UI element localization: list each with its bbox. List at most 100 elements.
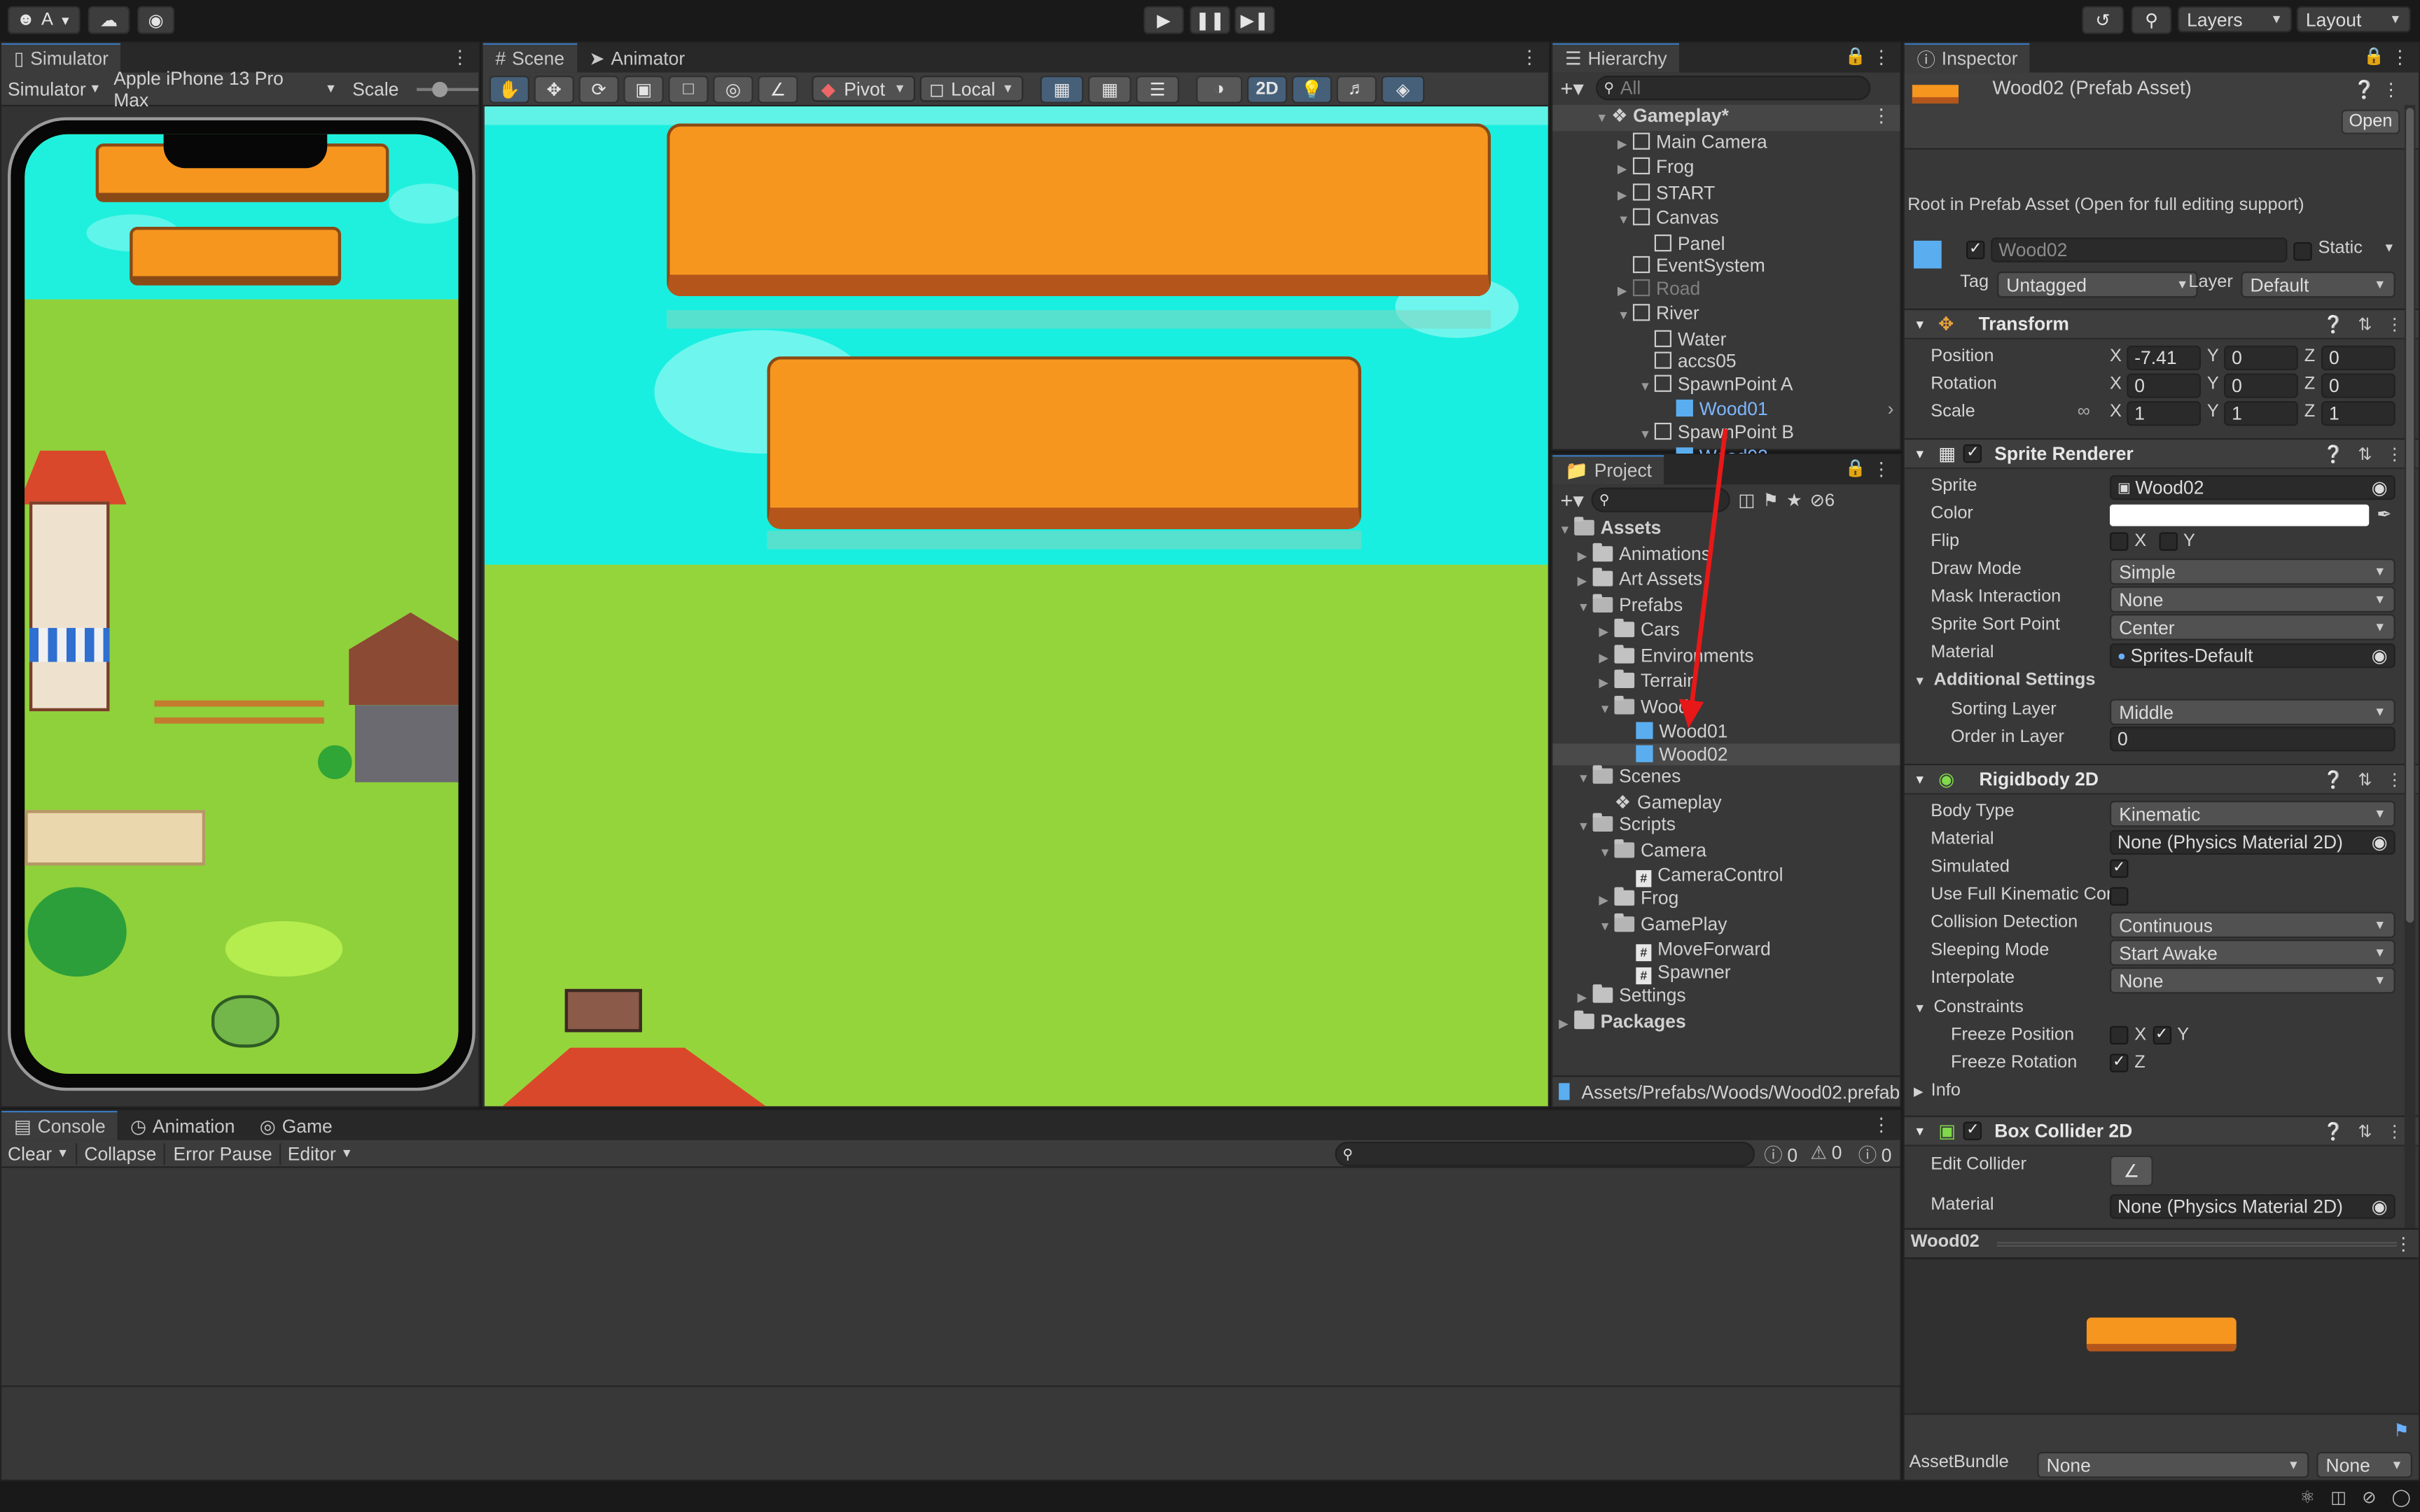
tab-animator[interactable]: ➤ Animator: [577, 43, 697, 73]
box-collider2d-header[interactable]: ▼ ▣ ✓ Box Collider 2D ❔ ⇅ ⋮: [1904, 1115, 2419, 1147]
static-checkbox[interactable]: [2293, 242, 2312, 261]
device-dropdown[interactable]: Apple iPhone 13 Pro Max ▼: [113, 67, 337, 111]
tree-row[interactable]: ▼ Scenes: [1552, 765, 1900, 790]
resize-handle[interactable]: [1997, 1242, 2397, 1247]
tree-row[interactable]: ▶ Settings: [1552, 984, 1900, 1009]
sprite-renderer-header[interactable]: ▼ ▦ ✓ Sprite Renderer ❔ ⇅ ⋮: [1904, 438, 2419, 470]
kebab-menu-icon[interactable]: ⋮: [2386, 315, 2403, 335]
body-type-dropdown[interactable]: Kinematic ▼: [2109, 800, 2395, 827]
warning-counter[interactable]: ⚠ 0: [1810, 1142, 1842, 1163]
collapse-button[interactable]: Collapse: [76, 1142, 166, 1164]
full-kinematic-checkbox[interactable]: [2109, 887, 2129, 906]
enabled-checkbox[interactable]: ✓: [1963, 444, 1982, 463]
tree-row[interactable]: ▶ Frog: [1552, 156, 1900, 181]
object-picker-icon[interactable]: ◉: [2372, 645, 2388, 666]
lighting-toggle-button[interactable]: 💡: [1291, 74, 1333, 103]
account-dropdown[interactable]: ☻ A ▼: [8, 6, 81, 34]
tab-simulator[interactable]: ▯ Simulator: [1, 43, 121, 73]
material-field[interactable]: ● Sprites-Default ◉: [2109, 643, 2395, 668]
rect-tool-button[interactable]: □: [668, 74, 709, 103]
tree-row[interactable]: ▼ Scripts: [1552, 813, 1900, 839]
hidden-packages-icon[interactable]: ⊘6: [1810, 489, 1835, 510]
rotation-x-field[interactable]: 0: [2127, 373, 2202, 398]
flip-y-checkbox[interactable]: [2158, 532, 2178, 551]
search-input[interactable]: ⚲ All: [1596, 75, 1871, 101]
position-z-field[interactable]: 0: [2321, 345, 2395, 370]
sort-point-dropdown[interactable]: Center ▼: [2109, 614, 2395, 640]
kebab-menu-icon[interactable]: ⋮: [1872, 46, 1891, 68]
game-screen[interactable]: [25, 134, 459, 1074]
help-icon[interactable]: ❔: [2353, 78, 2376, 100]
flip-x-checkbox[interactable]: [2109, 532, 2129, 551]
interpolate-dropdown[interactable]: None ▼: [2109, 967, 2395, 994]
layout-dropdown[interactable]: Layout ▼: [2296, 6, 2411, 33]
cloud-button[interactable]: ☁: [88, 6, 130, 34]
favorite-icon[interactable]: ★: [1786, 489, 1802, 510]
network-icon[interactable]: ⊘: [2362, 1487, 2376, 1506]
eyedropper-icon[interactable]: ✒: [2377, 503, 2391, 524]
rigidbody2d-header[interactable]: ▼ ◉ Rigidbody 2D ❔ ⇅ ⋮: [1904, 764, 2419, 795]
help-icon[interactable]: ❔: [2323, 1121, 2344, 1142]
filter-label-icon[interactable]: ⚑: [1762, 489, 1779, 510]
preset-icon[interactable]: ⇅: [2358, 444, 2372, 464]
assetbundle-variant-dropdown[interactable]: None ▼: [2316, 1452, 2412, 1478]
progress-icon[interactable]: ◯: [2392, 1487, 2411, 1506]
collider-material-field[interactable]: None (Physics Material 2D) ◉: [2109, 1194, 2395, 1219]
add-button[interactable]: +▾: [1560, 75, 1584, 101]
assetbundle-dropdown[interactable]: None ▼: [2037, 1452, 2309, 1478]
active-checkbox[interactable]: ✓: [1966, 240, 1985, 260]
tab-project[interactable]: 📁 Project: [1552, 455, 1664, 485]
tree-row[interactable]: Water: [1552, 328, 1900, 350]
tree-row-selected[interactable]: Wood02: [1552, 743, 1900, 766]
tree-row[interactable]: accs05: [1552, 350, 1900, 372]
grid-visibility-button[interactable]: ▦: [1087, 74, 1132, 103]
slider-handle[interactable]: [432, 80, 448, 97]
label-tag-icon[interactable]: ⚑: [2393, 1420, 2409, 1441]
local-dropdown[interactable]: ◻ Local ▼: [919, 75, 1024, 102]
help-icon[interactable]: ❔: [2323, 770, 2344, 790]
simulated-checkbox[interactable]: ✓: [2109, 859, 2129, 878]
tree-row[interactable]: Panel: [1552, 232, 1900, 255]
cache-icon[interactable]: ◫: [2330, 1487, 2346, 1506]
tree-row[interactable]: # MoveForward: [1552, 938, 1900, 962]
move-tool-button[interactable]: ✥: [534, 74, 574, 103]
tree-row[interactable]: ▶ START: [1552, 181, 1900, 206]
rotation-z-field[interactable]: 0: [2321, 373, 2395, 398]
freeze-x-checkbox[interactable]: [2109, 1026, 2129, 1045]
scrollbar-thumb[interactable]: [2406, 108, 2414, 923]
history-button[interactable]: ↺: [2082, 6, 2124, 34]
custom-tool-button[interactable]: ∠: [758, 74, 798, 103]
scale-slider[interactable]: [417, 80, 479, 97]
tree-row[interactable]: ▶ Main Camera: [1552, 130, 1900, 155]
console-search-input[interactable]: ⚲: [1335, 1142, 1755, 1167]
error-pause-button[interactable]: Error Pause: [166, 1142, 281, 1164]
constraints-foldout[interactable]: ▼ Constraints: [1914, 998, 2024, 1016]
preview-header[interactable]: Wood02 ⋮: [1904, 1228, 2419, 1259]
chevron-down-icon[interactable]: ▼: [2383, 241, 2395, 255]
grid-snap-button[interactable]: ▦: [1040, 74, 1084, 103]
freeze-y-checkbox[interactable]: ✓: [2152, 1026, 2171, 1045]
error-counter[interactable]: ⓘ 0: [1858, 1142, 1892, 1168]
tree-row[interactable]: ▼ Canvas: [1552, 206, 1900, 232]
enabled-checkbox[interactable]: ✓: [1963, 1121, 1982, 1140]
tree-row[interactable]: ▼ GamePlay: [1552, 913, 1900, 938]
info-foldout[interactable]: ▶ Info: [1914, 1082, 1961, 1100]
kebab-menu-icon[interactable]: ⋮: [2391, 46, 2409, 68]
tree-row[interactable]: # CameraControl: [1552, 864, 1900, 888]
editor-dropdown[interactable]: Editor ▼: [281, 1142, 359, 1164]
transform-header[interactable]: ▼ ✥ Transform ❔ ⇅ ⋮: [1904, 308, 2419, 340]
play-button[interactable]: ▶: [1143, 6, 1184, 34]
color-field[interactable]: [2109, 504, 2370, 526]
kebab-menu-icon[interactable]: ⋮: [2386, 1121, 2403, 1142]
increment-snap-button[interactable]: ☰: [1136, 74, 1179, 103]
object-picker-icon[interactable]: ◉: [2372, 832, 2388, 853]
simulator-mode-dropdown[interactable]: Simulator ▼: [8, 78, 102, 99]
inspector-scrollbar[interactable]: [2404, 104, 2416, 1228]
2d-toggle-button[interactable]: 2D: [1246, 74, 1288, 103]
tab-inspector[interactable]: ⓘ Inspector: [1904, 43, 2031, 73]
preset-icon[interactable]: ⇅: [2358, 1121, 2372, 1142]
sleeping-mode-dropdown[interactable]: Start Awake ▼: [2109, 939, 2395, 966]
tree-row[interactable]: # Spawner: [1552, 961, 1900, 985]
tab-game[interactable]: ◎ Game: [247, 1111, 345, 1140]
scale-x-field[interactable]: 1: [2127, 401, 2202, 426]
